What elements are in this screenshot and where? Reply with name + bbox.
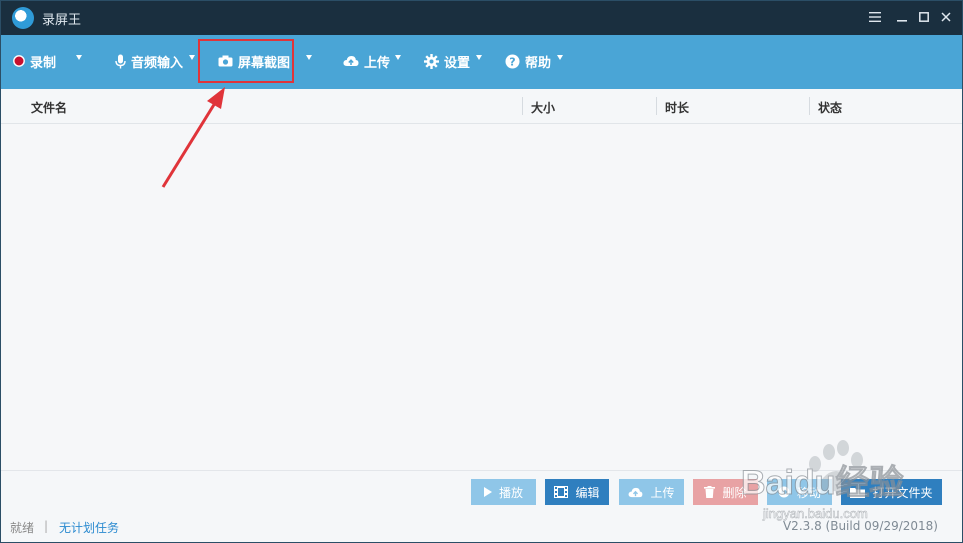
- microphone-icon: [115, 54, 126, 69]
- column-divider[interactable]: [809, 97, 810, 115]
- app-logo-icon: [12, 7, 34, 29]
- delete-button[interactable]: 删除: [693, 479, 758, 505]
- column-header-size[interactable]: 大小: [531, 99, 555, 116]
- main-toolbar: 录制 音频输入 屏幕截图 上传 设置 ? 帮助: [1, 35, 962, 89]
- scheduled-task-link[interactable]: 无计划任务: [59, 519, 119, 536]
- upload-button[interactable]: 上传: [619, 479, 684, 505]
- screenshot-dropdown-caret[interactable]: [306, 55, 312, 60]
- status-separator: |: [44, 519, 49, 533]
- cloud-upload-icon: [343, 55, 359, 67]
- maximize-icon[interactable]: [914, 7, 934, 27]
- divider: [1, 470, 962, 471]
- menu-icon[interactable]: [865, 7, 885, 27]
- film-edit-icon: [554, 486, 569, 498]
- column-divider[interactable]: [522, 97, 523, 115]
- window-title: 录屏王: [42, 13, 82, 28]
- delete-label: 删除: [722, 485, 747, 500]
- help-button[interactable]: ? 帮助: [505, 50, 551, 72]
- close-icon[interactable]: [936, 7, 956, 27]
- record-dropdown-caret[interactable]: [76, 55, 82, 60]
- status-text: 就绪: [10, 521, 35, 535]
- version-text: V2.3.8 (Build 09/29/2018): [782, 519, 938, 533]
- trash-icon: [704, 486, 716, 498]
- settings-dropdown-caret[interactable]: [476, 55, 482, 60]
- camera-icon: [218, 55, 233, 67]
- upload-dropdown-caret[interactable]: [395, 55, 401, 60]
- play-label: 播放: [498, 485, 523, 500]
- cloud-upload-icon: [628, 487, 643, 498]
- screenshot-label: 屏幕截图: [238, 55, 291, 71]
- edit-label: 编辑: [575, 485, 600, 500]
- column-header-filename[interactable]: 文件名: [31, 99, 67, 116]
- column-divider[interactable]: [656, 97, 657, 115]
- settings-label: 设置: [444, 55, 471, 71]
- column-header-duration[interactable]: 时长: [665, 99, 689, 116]
- app-window: 录屏王 录制 音频输入 屏幕截图 上传 设置 ? 帮助 文件名 大小 时长 状态…: [0, 0, 963, 543]
- upload-menu-button[interactable]: 上传: [343, 50, 390, 72]
- audio-input-button[interactable]: 音频输入: [115, 50, 183, 72]
- help-label: 帮助: [525, 55, 552, 71]
- column-header-status[interactable]: 状态: [818, 99, 842, 116]
- move-button[interactable]: 移动: [767, 479, 832, 505]
- upload-label: 上传: [650, 485, 675, 500]
- help-dropdown-caret[interactable]: [557, 55, 563, 60]
- svg-text:?: ?: [509, 55, 515, 68]
- play-icon: [483, 487, 492, 497]
- open-folder-label: 打开文件夹: [872, 485, 933, 500]
- record-icon: [13, 55, 25, 67]
- file-list[interactable]: [1, 124, 962, 470]
- minimize-icon[interactable]: [892, 7, 912, 27]
- screenshot-button[interactable]: 屏幕截图: [218, 50, 290, 72]
- help-icon: ?: [505, 54, 520, 69]
- record-button[interactable]: 录制: [13, 50, 56, 72]
- folder-icon: [850, 487, 866, 498]
- open-folder-button[interactable]: 打开文件夹: [841, 479, 942, 505]
- settings-button[interactable]: 设置: [424, 50, 470, 72]
- record-label: 录制: [30, 55, 57, 71]
- gear-icon: [424, 53, 439, 69]
- file-list-header: 文件名 大小 时长 状态: [1, 89, 962, 124]
- move-label: 移动: [796, 485, 821, 500]
- title-bar[interactable]: 录屏王: [1, 1, 962, 35]
- play-button[interactable]: 播放: [471, 479, 536, 505]
- audio-input-dropdown-caret[interactable]: [189, 55, 195, 60]
- audio-input-label: 音频输入: [131, 55, 184, 71]
- upload-menu-label: 上传: [364, 55, 391, 71]
- move-icon: [778, 486, 790, 498]
- edit-button[interactable]: 编辑: [545, 479, 609, 505]
